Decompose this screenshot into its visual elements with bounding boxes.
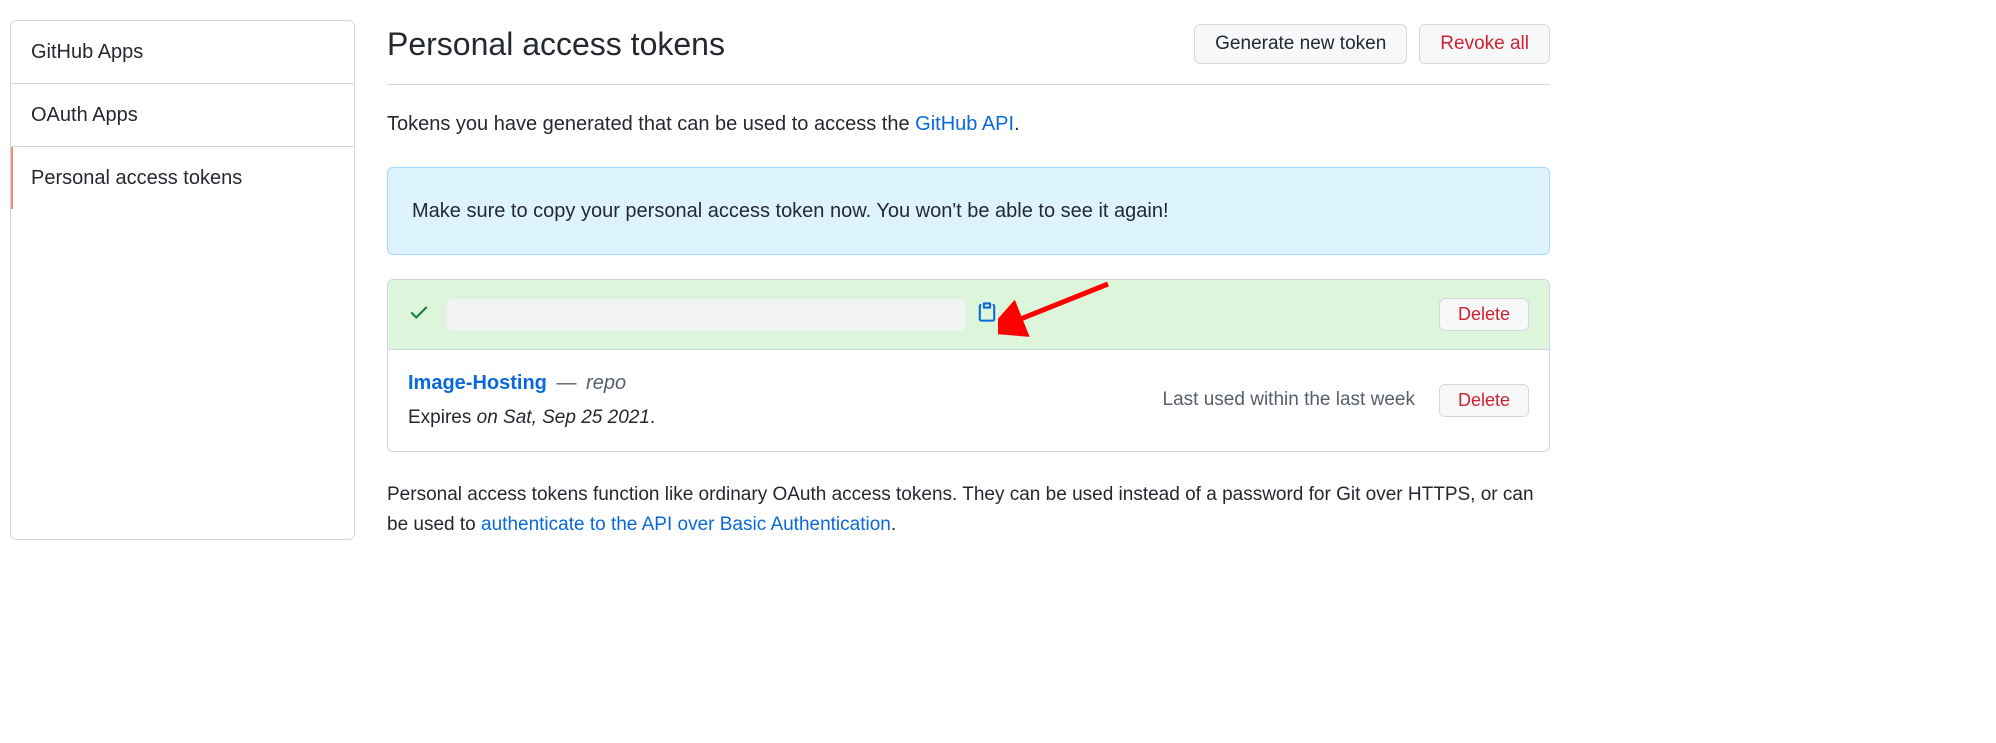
- header-actions: Generate new token Revoke all: [1194, 24, 1550, 64]
- token-name-link[interactable]: Image-Hosting: [408, 372, 547, 394]
- footer-description: Personal access tokens function like ord…: [387, 480, 1550, 541]
- tokens-description: Tokens you have generated that can be us…: [387, 109, 1550, 139]
- sidebar-item-personal-access-tokens[interactable]: Personal access tokens: [11, 147, 354, 209]
- copy-token-warning-flash: Make sure to copy your personal access t…: [387, 167, 1550, 255]
- flash-message: Make sure to copy your personal access t…: [412, 200, 1169, 222]
- token-separator: —: [556, 372, 576, 394]
- copy-token-icon[interactable]: [976, 301, 998, 329]
- generate-new-token-button[interactable]: Generate new token: [1194, 24, 1407, 64]
- page-title: Personal access tokens: [387, 20, 725, 68]
- page-header: Personal access tokens Generate new toke…: [387, 20, 1550, 85]
- sidebar-item-github-apps[interactable]: GitHub Apps: [11, 21, 354, 84]
- settings-sidebar: GitHub Apps OAuth Apps Personal access t…: [10, 20, 355, 540]
- main-content: Personal access tokens Generate new toke…: [387, 20, 1550, 540]
- token-row: Image-Hosting — repo Expires on Sat, Sep…: [388, 350, 1549, 451]
- token-last-used: Last used within the last week: [1163, 386, 1415, 415]
- token-scope: repo: [586, 372, 626, 394]
- sidebar-item-oauth-apps[interactable]: OAuth Apps: [11, 84, 354, 147]
- github-api-link[interactable]: GitHub API: [915, 113, 1014, 135]
- new-token-row: Delete: [388, 280, 1549, 350]
- revoke-all-button[interactable]: Revoke all: [1419, 24, 1550, 64]
- token-name-line: Image-Hosting — repo: [408, 368, 1163, 398]
- token-list: Delete Image-Hosting — repo Expires on S…: [387, 279, 1550, 452]
- delete-new-token-button[interactable]: Delete: [1439, 298, 1529, 331]
- delete-token-button[interactable]: Delete: [1439, 384, 1529, 417]
- authenticate-api-link[interactable]: authenticate to the API over Basic Authe…: [481, 514, 891, 535]
- sidebar-item-label: Personal access tokens: [31, 167, 242, 189]
- token-value-display: [446, 299, 966, 331]
- token-expires: Expires on Sat, Sep 25 2021.: [408, 404, 1163, 433]
- token-details: Image-Hosting — repo Expires on Sat, Sep…: [408, 368, 1163, 433]
- annotation-arrow-icon: [998, 279, 1118, 344]
- sidebar-item-label: OAuth Apps: [31, 104, 138, 126]
- sidebar-item-label: GitHub Apps: [31, 41, 143, 63]
- check-icon: [408, 301, 430, 329]
